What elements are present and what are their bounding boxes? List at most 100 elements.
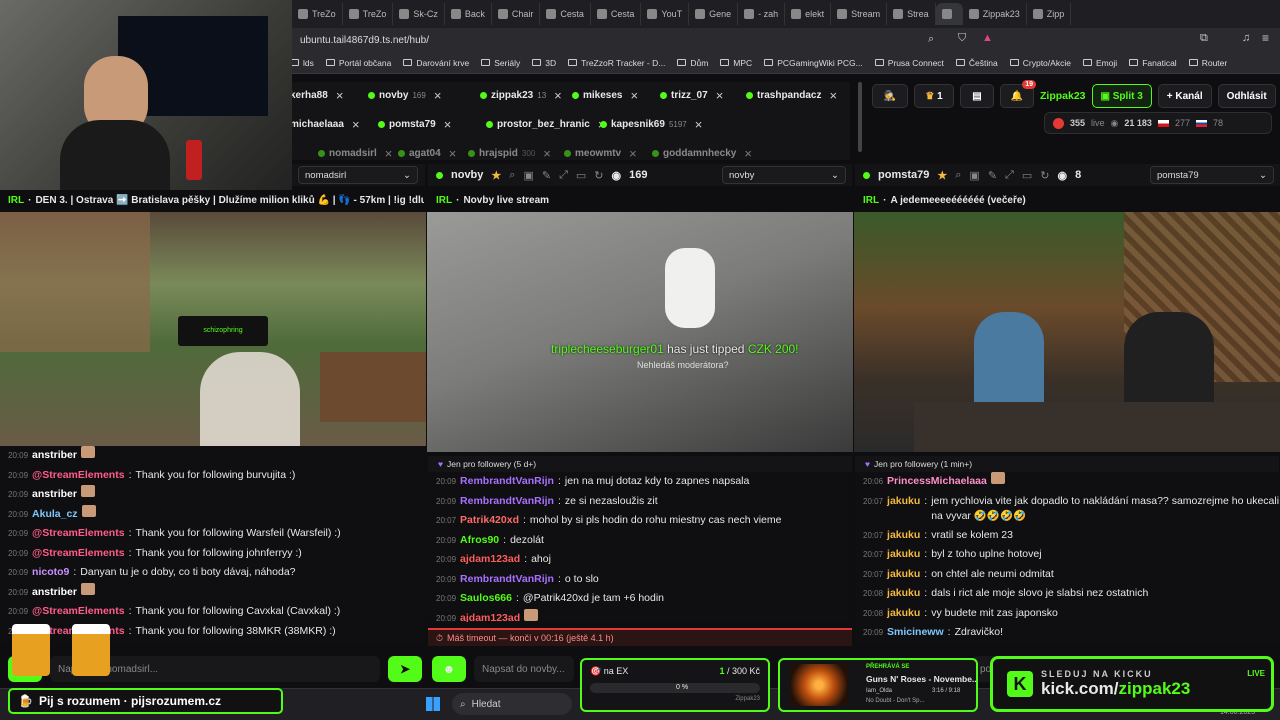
close-icon[interactable]: ×	[336, 88, 344, 103]
channel-chip[interactable]: zippak23 13 ×	[480, 88, 562, 103]
reload-icon[interactable]: ↻	[594, 169, 603, 182]
panel2-video[interactable]: triplecheeseburger01 has just tipped CZK…	[427, 212, 853, 452]
panel1-chat[interactable]: 20:09 anstriber 20:09 @StreamElements: Thank…	[0, 446, 426, 642]
panel3-channel[interactable]: pomsta79	[878, 169, 929, 181]
close-icon[interactable]: ×	[695, 117, 703, 132]
chat-username[interactable]: @StreamElements	[32, 466, 125, 486]
bookmark-item[interactable]: Router	[1188, 58, 1227, 68]
window-icon[interactable]: ▣	[969, 169, 979, 182]
bookmark-item[interactable]: Emoji	[1082, 58, 1117, 68]
close-icon[interactable]: ×	[629, 146, 637, 161]
browser-tab[interactable]: Sk-Cz	[393, 3, 445, 25]
expand-icon[interactable]: ⤢	[1005, 169, 1014, 182]
panel1-send-button[interactable]: ➤	[388, 656, 422, 682]
browser-tab[interactable]	[935, 3, 963, 25]
channel-chip[interactable]: mikeses ×	[572, 88, 638, 103]
channel-chip[interactable]: prostor_bez_hranic×	[486, 117, 605, 132]
channel-chip[interactable]: goddamnhecky ×	[652, 146, 752, 161]
chat-username[interactable]: jakuku	[887, 526, 920, 546]
browser-tab[interactable]: TreZo	[292, 3, 343, 25]
brave-icon[interactable]: ▲	[982, 32, 993, 44]
browser-tab[interactable]: TreZo	[343, 3, 394, 25]
bookmark-item[interactable]: lds	[290, 58, 314, 68]
zoom-icon[interactable]: ⌕	[928, 33, 934, 46]
star-icon[interactable]: ★	[491, 169, 501, 182]
url-text[interactable]: ubuntu.tail4867d9.ts.net/hub/	[300, 35, 429, 46]
extensions-icon[interactable]: ⧉	[1200, 32, 1208, 45]
channel-chip[interactable]: novby 169 ×	[368, 88, 441, 103]
bookmark-item[interactable]: Čeština	[955, 58, 998, 68]
close-icon[interactable]: ×	[444, 117, 452, 132]
close-icon[interactable]: ×	[554, 88, 562, 103]
channel-chip[interactable]: hrajspid 300 ×	[468, 146, 551, 161]
panel1-select[interactable]: nomadsirl ⌄	[298, 166, 418, 184]
chat-username[interactable]: jakuku	[887, 545, 920, 565]
search-icon[interactable]: ⌕	[509, 169, 515, 182]
reload-icon[interactable]: ↻	[1040, 169, 1049, 182]
pin-icon[interactable]: ✎	[542, 169, 551, 182]
bookmark-item[interactable]: PCGamingWiki PCG...	[764, 58, 863, 68]
bookmark-item[interactable]: 3D	[532, 58, 556, 68]
close-icon[interactable]: ×	[449, 146, 457, 161]
chat-username[interactable]: @StreamElements	[32, 602, 125, 622]
media-icon[interactable]: ♫	[1242, 32, 1250, 44]
browser-tab[interactable]: Zippak23	[963, 3, 1027, 25]
shield-icon[interactable]: ⛉	[958, 32, 966, 45]
bookmark-item[interactable]: Darování krve	[403, 58, 469, 68]
bookmark-item[interactable]: Dům	[677, 58, 708, 68]
star-icon[interactable]: ★	[937, 169, 947, 182]
browser-tab[interactable]: Back	[445, 3, 492, 25]
close-icon[interactable]: ×	[716, 88, 724, 103]
browser-tab[interactable]: Cesta	[540, 3, 591, 25]
chat-username[interactable]: nicoto9	[32, 563, 69, 583]
panel1-video[interactable]: schizophring	[0, 212, 426, 452]
chat-username[interactable]: RembrandtVanRijn	[460, 492, 554, 512]
close-icon[interactable]: ×	[385, 146, 393, 161]
chat-username[interactable]: Akula_cz	[32, 505, 78, 525]
chat-username[interactable]: @StreamElements	[32, 524, 125, 544]
chat-username[interactable]: @StreamElements	[32, 544, 125, 564]
channel-chip[interactable]: agat04 ×	[398, 146, 456, 161]
windows-start-icon[interactable]	[426, 697, 440, 711]
chat-username[interactable]: Patrik420xd	[460, 511, 519, 531]
taskbar-search[interactable]: ⌕ Hledat	[452, 693, 572, 715]
chat-username[interactable]: jakuku	[887, 584, 920, 604]
browser-tab[interactable]: Chair	[492, 3, 541, 25]
expand-icon[interactable]: ⤢	[559, 169, 568, 182]
chat-username[interactable]: Afros90	[460, 531, 499, 551]
stats-button[interactable]: ▤	[960, 84, 994, 108]
bookmark-item[interactable]: Portál občana	[325, 58, 391, 68]
close-icon[interactable]: ×	[543, 146, 551, 161]
panel3-select[interactable]: pomsta79 ⌄	[1150, 166, 1274, 184]
close-icon[interactable]: ×	[434, 88, 442, 103]
chat-icon[interactable]: ▭	[576, 169, 586, 182]
bookmark-item[interactable]: Seriály	[481, 58, 520, 68]
chat-username[interactable]: ajdam123ad	[460, 609, 520, 623]
chat-username[interactable]: Saulos666	[460, 589, 512, 609]
channel-chip[interactable]: nomadsirl ×	[318, 146, 392, 161]
chat-username[interactable]: anstriber	[32, 583, 77, 603]
close-icon[interactable]: ×	[829, 88, 837, 103]
browser-tab[interactable]: Zipp	[1027, 3, 1072, 25]
chat-username[interactable]: RembrandtVanRijn	[460, 570, 554, 590]
browser-tab[interactable]: Stream	[831, 3, 888, 25]
panel2-select[interactable]: novby ⌄	[722, 166, 846, 184]
channel-chip[interactable]: kerha88 ×	[290, 88, 343, 103]
browser-tab[interactable]: YouT	[641, 3, 690, 25]
channel-chip[interactable]: meowmtv ×	[564, 146, 637, 161]
panel2-chat-input[interactable]: Napsat do novby...	[474, 656, 574, 682]
browser-tab[interactable]: elekt	[785, 3, 832, 25]
menu-icon[interactable]: ≡	[1262, 31, 1269, 45]
chat-username[interactable]: RembrandtVanRijn	[460, 472, 554, 492]
chat-icon[interactable]: ▭	[1022, 169, 1032, 182]
bookmark-item[interactable]: Crypto/Akcie	[1009, 58, 1071, 68]
channel-chip[interactable]: michaelaaa ×	[290, 117, 360, 132]
search-icon[interactable]: ⌕	[955, 169, 961, 182]
chat-username[interactable]: jakuku	[887, 494, 920, 509]
bookmark-item[interactable]: TreZzoR Tracker - D...	[568, 58, 665, 68]
browser-tab[interactable]: Strea	[887, 3, 936, 25]
channel-chip[interactable]: kapesnik69 5197 ×	[600, 117, 702, 132]
channel-chip[interactable]: trashpandacz ×	[746, 88, 837, 103]
bookmark-item[interactable]: Fanatical	[1129, 58, 1177, 68]
close-icon[interactable]: ×	[630, 88, 638, 103]
